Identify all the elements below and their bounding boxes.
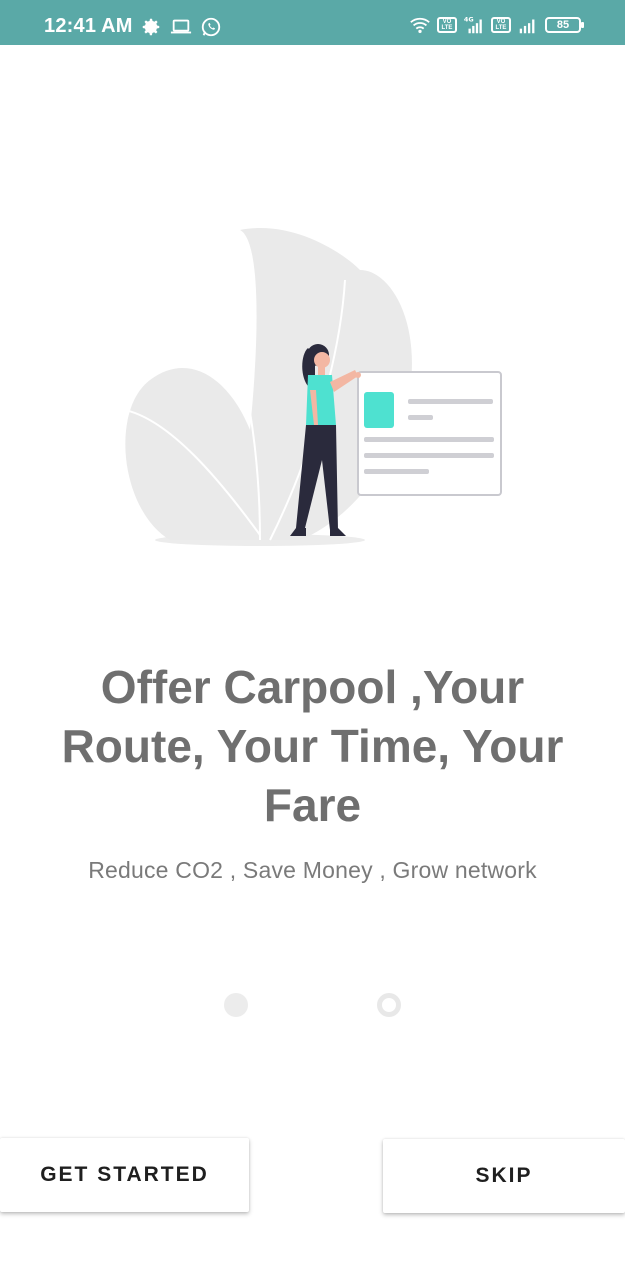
wifi-icon — [409, 14, 431, 36]
onboarding-headline: Offer Carpool ,Your Route, Your Time, Yo… — [61, 661, 564, 831]
whatsapp-icon — [200, 16, 222, 38]
svg-text:4G: 4G — [464, 15, 474, 23]
page-indicator-dot-1[interactable] — [224, 993, 248, 1017]
status-bar: 12:41 AM VO LTE 4G VO LTE 85 — [0, 0, 625, 45]
skip-button[interactable]: SKIP — [383, 1139, 625, 1213]
status-right-icons: VO LTE 4G VO LTE 85 — [409, 14, 584, 36]
battery-icon: 85 — [545, 17, 584, 33]
onboarding-subtitle: Reduce CO2 , Save Money , Grow network — [88, 857, 537, 883]
laptop-icon — [170, 16, 192, 38]
status-left-icons — [140, 16, 222, 38]
page-indicator-dot-2[interactable] — [377, 993, 401, 1017]
signal-icon — [517, 14, 539, 36]
4g-signal-icon: 4G — [463, 14, 485, 36]
volte-icon: VO LTE — [491, 17, 511, 33]
status-time: 12:41 AM — [44, 15, 133, 37]
gear-icon — [140, 16, 162, 38]
onboarding-illustration — [110, 210, 530, 560]
volte-icon: VO LTE — [437, 17, 457, 33]
get-started-button[interactable]: GET STARTED — [0, 1138, 249, 1212]
